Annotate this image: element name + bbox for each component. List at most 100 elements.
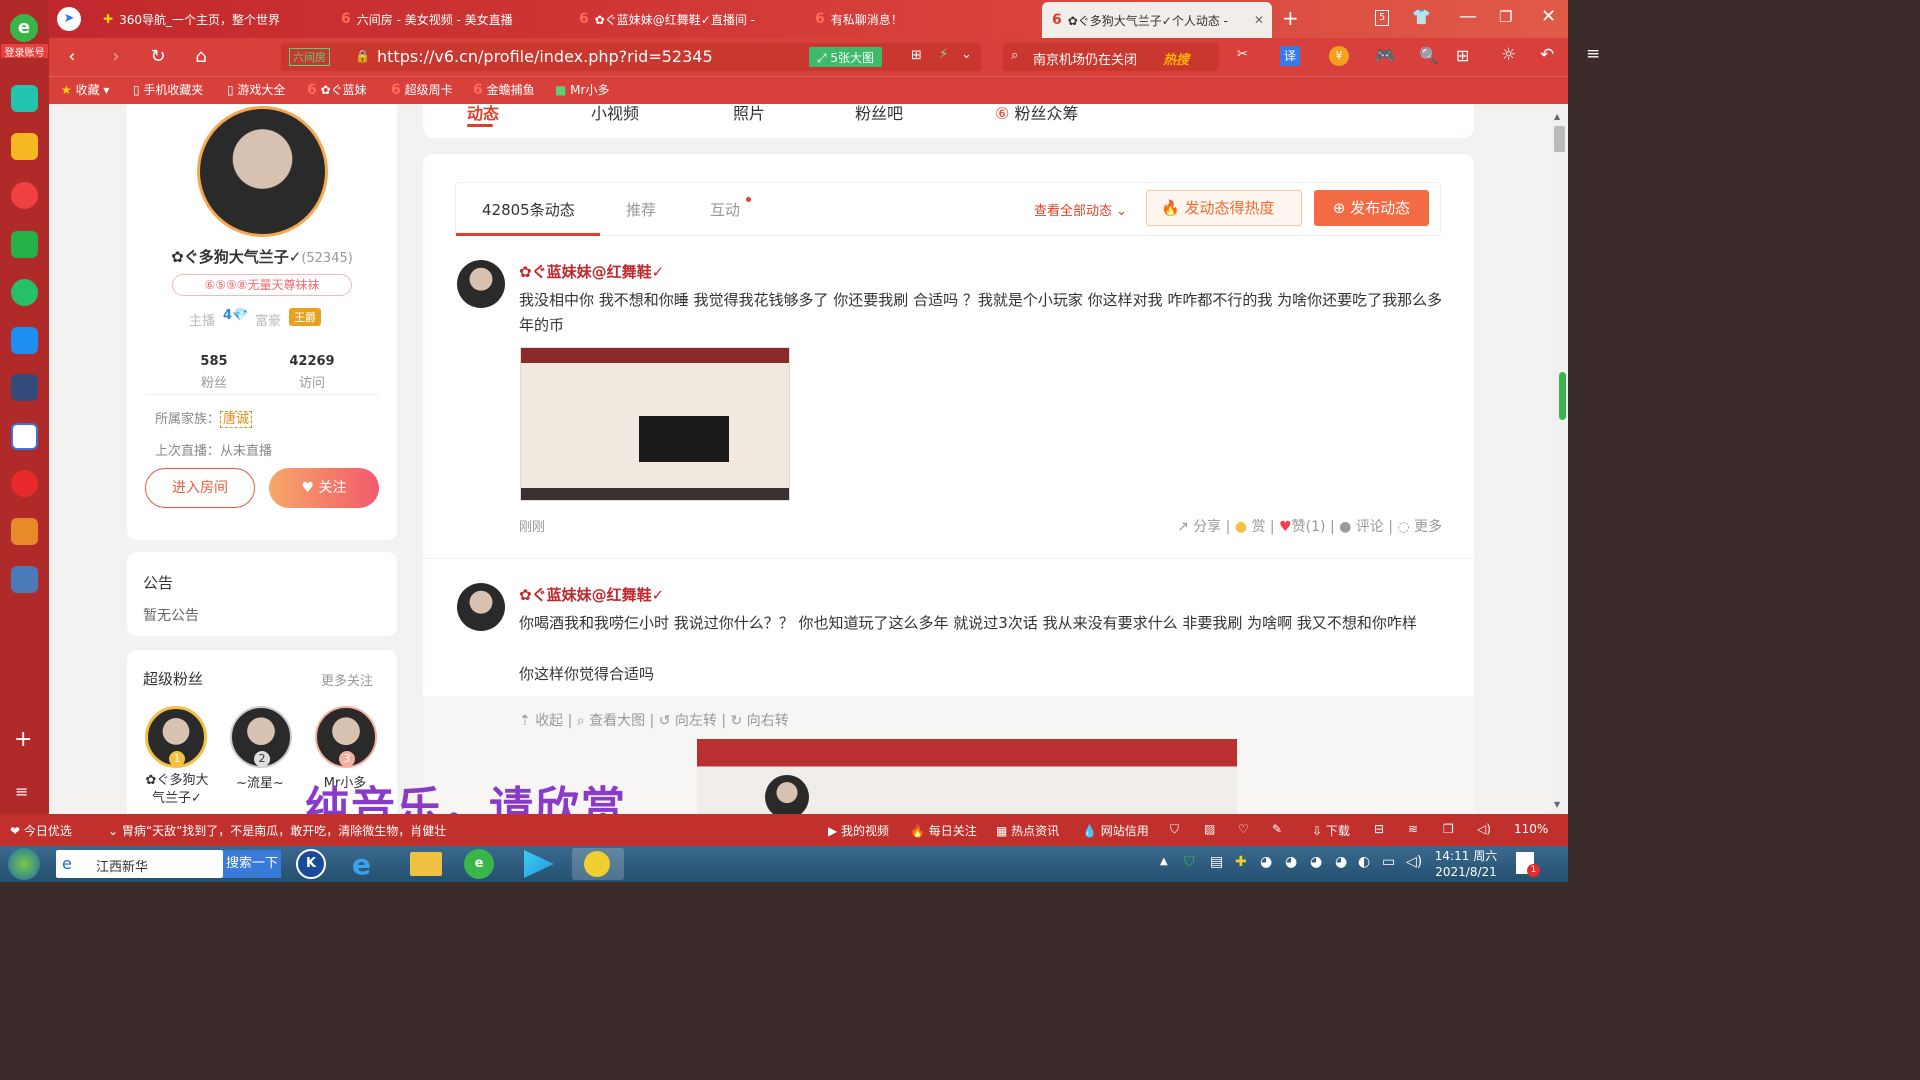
big-image-button[interactable]: ⤢ 5张大图 [809, 47, 883, 67]
brightness-icon[interactable]: ☼ [1501, 45, 1516, 65]
active-app-button[interactable] [572, 848, 624, 880]
home-icon[interactable]: ⌂ [190, 46, 212, 68]
coin-icon[interactable]: ¥ [1329, 46, 1349, 66]
address-bar[interactable]: 六间房 🔒 https://v6.cn/profile/index.php?ri… [281, 43, 981, 71]
hot-search-label[interactable]: 热搜 [1163, 49, 1189, 68]
search-tool-icon[interactable]: 🔍 [1419, 46, 1439, 65]
tab-6room[interactable]: 6 六间房 - 美女视频 - 美女直播 [331, 0, 561, 38]
game2-icon[interactable] [11, 566, 38, 593]
tray-expand-icon[interactable]: ▲ [1160, 856, 1168, 867]
comment-button[interactable]: ● 评论 [1339, 519, 1384, 535]
post-avatar[interactable] [457, 583, 505, 631]
kugou-icon[interactable]: K [296, 849, 326, 879]
new-tab-icon[interactable]: + [1282, 6, 1299, 30]
large-post-image[interactable] [697, 739, 1237, 814]
tray-network-icon[interactable]: ▭ [1382, 854, 1395, 870]
tab-dynamics[interactable]: 动态 [467, 104, 499, 124]
tray-volume-icon[interactable]: ◁) [1406, 854, 1422, 870]
avatar[interactable] [197, 106, 328, 237]
bookmark-mobile[interactable]: ▯ 手机收藏夹 [133, 81, 203, 98]
lightning-icon[interactable]: ⚡ [939, 47, 948, 62]
shield-icon[interactable]: ⛉ [1170, 822, 1179, 837]
view-all-dropdown[interactable]: 查看全部动态 ⌄ [1034, 200, 1127, 219]
close-window-icon[interactable]: ✕ [1541, 6, 1556, 27]
p-app-icon[interactable] [11, 327, 38, 354]
tab-short-video[interactable]: 小视频 [591, 104, 639, 124]
family-badge[interactable]: 唐诚 [220, 411, 253, 428]
scissors-icon[interactable]: ✂ [1237, 47, 1248, 62]
folder-icon[interactable] [410, 852, 442, 876]
scrollbar[interactable]: ▲ ▼ [1551, 104, 1568, 814]
hot-news[interactable]: ▦ 热点资讯 [996, 822, 1059, 839]
more-button[interactable]: ◌ 更多 [1397, 519, 1442, 535]
zoom-level[interactable]: 110% [1514, 822, 1548, 836]
word-icon[interactable] [11, 423, 38, 450]
tab-360[interactable]: ✚ 360导航_一个主页，整个世界 [93, 0, 323, 38]
tab-all-dynamics[interactable]: 42805条动态 [482, 199, 575, 220]
post-image[interactable] [520, 347, 790, 501]
tray-qq3-icon[interactable]: ◕ [1310, 854, 1322, 870]
apps-icon[interactable]: ⊞ [1456, 46, 1469, 65]
post-author[interactable]: ✿ぐ蓝妹妹@红舞鞋✓ [519, 584, 664, 605]
link-app-icon[interactable] [11, 279, 38, 306]
rotate-left-button[interactable]: ↺ 向左转 [659, 713, 717, 729]
ball-app-icon[interactable] [11, 374, 38, 401]
window-icon[interactable]: ⊟ [1374, 822, 1384, 836]
plus-app-icon[interactable] [11, 85, 38, 112]
more-follow-link[interactable]: 更多关注 [321, 670, 373, 689]
scroll-down-icon[interactable]: ▼ [1554, 800, 1560, 809]
tab-interact[interactable]: 互动 [710, 199, 740, 220]
enter-room-button[interactable]: 进入房间 [145, 468, 255, 508]
tab-fan-club[interactable]: 粉丝吧 [855, 104, 903, 124]
video-player-icon[interactable] [524, 850, 554, 878]
share-button[interactable]: ↗ 分享 [1177, 519, 1221, 535]
bookmark-lanmei[interactable]: 6 ✿ぐ蓝妹 [307, 81, 367, 98]
tab-count-icon[interactable]: 5 [1375, 10, 1389, 26]
daily-pick[interactable]: ❤ 今日优选 [10, 822, 72, 839]
fan-name-1[interactable]: ✿ぐ多狗大气兰子✓ [141, 772, 213, 808]
tab-live[interactable]: 6 ✿ぐ蓝妹妹@红舞鞋✓直播间 - [569, 0, 799, 38]
minimize-icon[interactable]: — [1459, 6, 1477, 27]
search-box[interactable]: ⌕ 南京机场仍在关闭 热搜 [1003, 43, 1219, 71]
ie-browser-icon[interactable]: e [352, 848, 371, 881]
collapse-button[interactable]: ⇡ 收起 [519, 713, 563, 729]
download-button[interactable]: ⇩ 下载 [1312, 822, 1350, 839]
refresh-icon[interactable]: ↻ [147, 46, 169, 68]
start-button[interactable] [8, 848, 40, 880]
wifi-icon[interactable]: ≋ [1408, 822, 1418, 836]
bookmark-weekcard[interactable]: 6 超级周卡 [391, 81, 453, 98]
post-author[interactable]: ✿ぐ蓝妹妹@红舞鞋✓ [519, 261, 664, 282]
star-favorites-icon[interactable] [11, 133, 38, 160]
daily-follow[interactable]: 🔥 每日关注 [910, 822, 977, 839]
skin-icon[interactable]: 👕 [1412, 8, 1431, 26]
send-icon[interactable]: ➤ [57, 7, 81, 31]
scroll-thumb[interactable] [1554, 126, 1565, 152]
undo-icon[interactable]: ↶ [1540, 45, 1554, 65]
like-button[interactable]: ♥赞(1) [1279, 519, 1325, 535]
news-ticker[interactable]: ⌄ 胃病“天敌”找到了，不是南瓜，敢开吃，清除微生物，肖健壮 [108, 822, 498, 839]
tray-360-icon[interactable]: ⛉ [1184, 854, 1195, 870]
url-text[interactable]: https://v6.cn/profile/index.php?rid=5234… [377, 47, 713, 66]
side-handle[interactable] [1559, 372, 1566, 420]
browser-logo-icon[interactable]: e [10, 14, 38, 42]
volume-icon[interactable]: ◁) [1477, 822, 1491, 836]
bookmark-games[interactable]: ▯ 游戏大全 [227, 81, 285, 98]
weibo-icon[interactable] [11, 182, 38, 209]
tab-messages[interactable]: 6 有私聊消息！ [805, 0, 1035, 38]
tray-doc-icon[interactable]: ▤ [1210, 854, 1223, 870]
scroll-up-icon[interactable]: ▲ [1554, 112, 1560, 121]
my-video[interactable]: ▶ 我的视频 [828, 822, 889, 839]
tool-icon[interactable]: ✎ [1272, 822, 1282, 836]
tray-qq4-icon[interactable]: ◕ [1335, 854, 1347, 870]
restore-small-icon[interactable]: ❐ [1443, 822, 1454, 836]
fan-name-2[interactable]: ~流星~ [224, 772, 296, 791]
grid-icon[interactable]: ⊞ [911, 48, 922, 63]
gamepad-icon[interactable]: 🎮 [1375, 46, 1395, 65]
360-browser-icon[interactable]: e [464, 849, 494, 879]
translate-icon[interactable]: 译 [1280, 46, 1300, 66]
close-tab-icon[interactable]: ✕ [1254, 13, 1264, 27]
menu-icon[interactable]: ≡ [1586, 44, 1600, 64]
tray-qq2-icon[interactable]: ◕ [1285, 854, 1297, 870]
clock[interactable]: 14:11 周六 2021/8/21 [1430, 848, 1502, 880]
tab-recommend[interactable]: 推荐 [626, 199, 656, 220]
